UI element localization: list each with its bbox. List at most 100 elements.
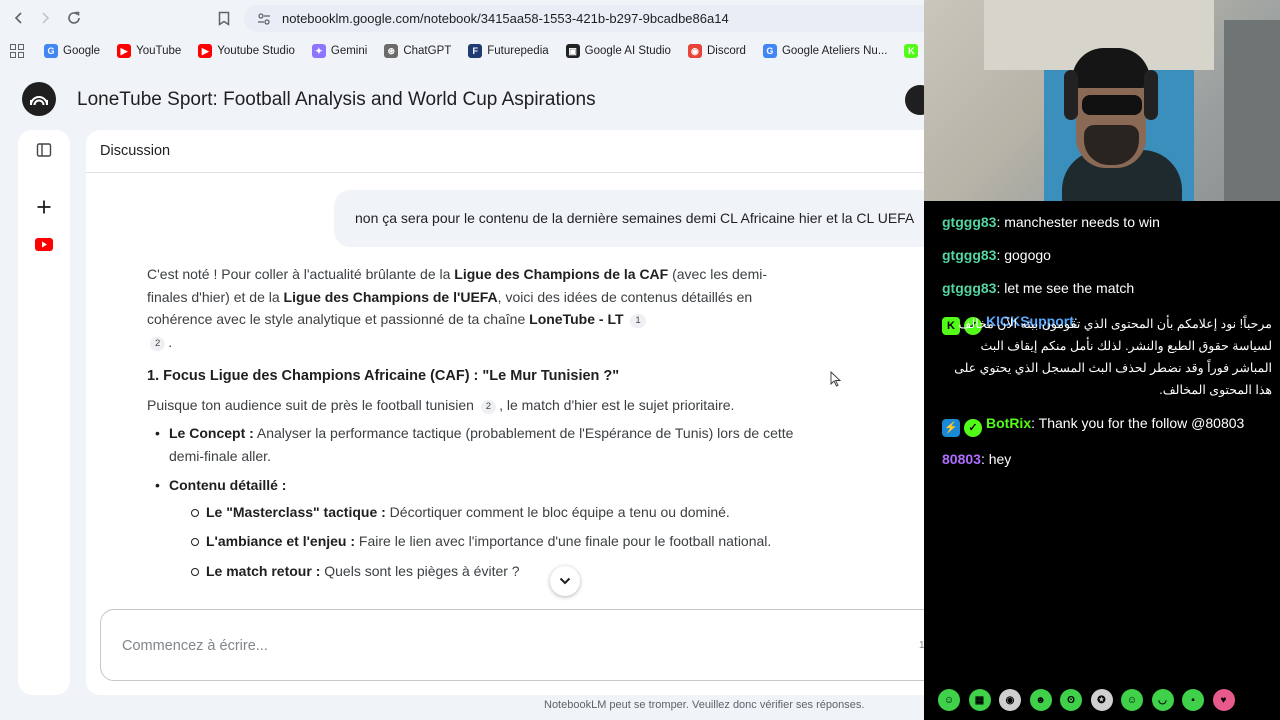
sub-list-item: Le "Masterclass" tactique : Décortiquer … — [191, 501, 807, 524]
bookmark-favicon-icon: ▶ — [117, 44, 132, 58]
bookmark-label: Discord — [706, 45, 746, 57]
bookmark-label: Gemini — [330, 45, 368, 57]
emote-icon[interactable]: ☺ — [938, 689, 960, 711]
bookmark-item[interactable]: G Google Ateliers Nu... — [762, 44, 887, 58]
chat-separator: : — [980, 451, 989, 467]
item-text: Décortiquer comment le bloc équipe a ten… — [385, 503, 730, 520]
chat-username: BotRix — [986, 415, 1032, 431]
browser-window: notebooklm.google.com/notebook/3415aa58-… — [0, 0, 924, 720]
sub-list-item: L'ambiance et l'enjeu : Faire le lien av… — [191, 530, 807, 553]
notebooklm-logo-icon[interactable] — [22, 82, 56, 116]
bookmark-item[interactable]: ▶ Youtube Studio — [198, 44, 295, 58]
emote-icon[interactable]: ✪ — [1090, 689, 1113, 711]
panel-toggle-icon[interactable] — [32, 138, 56, 162]
item-label: Contenu détaillé : — [169, 477, 287, 493]
emote-icon[interactable]: ☻ — [1029, 689, 1052, 711]
bookmark-label: ChatGPT — [403, 45, 452, 57]
citation-chip[interactable]: 2 — [150, 336, 166, 351]
panel-title: Discussion — [100, 143, 171, 159]
emote-icon[interactable]: ʘ — [1060, 689, 1082, 711]
sources-rail — [18, 130, 70, 695]
chat-username: 80803 — [942, 451, 981, 467]
bookmark-item[interactable]: ✦ Gemini — [311, 44, 368, 58]
stream-overlay: gtggg83: manchester needs to win gtggg83… — [924, 0, 1280, 720]
item-text: Analyser la performance tactique (probab… — [169, 425, 794, 464]
bookmark-item[interactable]: ⊛ ChatGPT — [384, 44, 451, 58]
bookmark-item[interactable]: G Google — [44, 44, 100, 58]
forward-icon[interactable] — [32, 5, 58, 31]
bookmark-item[interactable]: KKi — [904, 44, 924, 58]
live-chat: gtggg83: manchester needs to win gtggg83… — [942, 211, 1272, 481]
mouse-cursor-icon — [830, 371, 842, 387]
user-message: non ça sera pour le contenu de la derniè… — [334, 190, 924, 247]
bookmark-item[interactable]: F Futurepedia — [468, 44, 549, 58]
message-composer: 1 — [100, 609, 924, 681]
bookmark-item[interactable]: ▣ Google AI Studio — [565, 44, 671, 58]
chat-text: مرحباً! نود إعلامكم بأن المحتوى الذي تقو… — [954, 317, 1272, 397]
chat-username: gtggg83 — [942, 247, 997, 263]
url-text: notebooklm.google.com/notebook/3415aa58-… — [282, 11, 729, 26]
chat-text: let me see the match — [1004, 280, 1135, 296]
chat-username: gtggg83 — [942, 214, 997, 230]
chat-input[interactable] — [122, 635, 882, 657]
bookmark-label: Google AI Studio — [584, 45, 671, 57]
intro-text: C'est noté ! Pour coller à l'actualité b… — [147, 266, 455, 282]
sub-list-item: Le match retour : Quels sont les pièges … — [191, 560, 807, 583]
chat-separator: : — [1031, 415, 1039, 431]
streamer-figure — [1082, 95, 1142, 115]
back-icon[interactable] — [6, 5, 32, 31]
add-source-icon[interactable] — [32, 195, 56, 219]
youtube-source-icon[interactable] — [32, 232, 56, 256]
paragraph-text: Puisque ton audience suit de près le foo… — [147, 396, 474, 413]
chat-message: 80803: hey — [942, 448, 1272, 470]
bookmark-favicon-icon: K — [904, 44, 919, 58]
intro-bold: LoneTube - LT — [529, 311, 624, 327]
reload-icon[interactable] — [61, 5, 87, 31]
intro-bold: Ligue des Champions de l'UEFA — [283, 288, 498, 305]
scroll-to-bottom-button[interactable] — [550, 566, 580, 596]
bookmark-favicon-icon: ◉ — [687, 44, 702, 58]
bookmark-label: YouTube — [136, 45, 182, 57]
item-text: Faire le lien avec l'importance d'une fi… — [355, 533, 772, 549]
emote-icon[interactable]: ☺ — [1121, 689, 1143, 711]
bookmark-favicon-icon: ▣ — [565, 44, 580, 58]
bot-badge-icon: ⚡ — [942, 419, 960, 437]
chat-message: gtggg83: manchester needs to win — [942, 211, 1272, 233]
notebook-header: LoneTube Sport: Football Analysis and Wo… — [0, 72, 924, 128]
list-item: Le Concept : Analyser la performance tac… — [155, 422, 807, 467]
chevron-down-icon — [559, 577, 571, 585]
item-text: Quels sont les pièges à éviter ? — [320, 562, 520, 579]
headphones-icon — [1144, 70, 1158, 120]
screen: notebooklm.google.com/notebook/3415aa58-… — [0, 0, 1280, 720]
bookmark-favicon-icon: G — [44, 44, 58, 58]
bookmark-favicon-icon: ▶ — [198, 44, 213, 58]
bookmark-item[interactable]: ▶ YouTube — [117, 44, 181, 58]
bookmark-label: Google — [63, 45, 101, 57]
emote-icon[interactable]: ▦ — [968, 689, 991, 711]
bookmark-favicon-icon: F — [468, 44, 483, 58]
chat-panel: Discussion non ça sera pour le contenu d… — [86, 130, 924, 695]
emote-icon[interactable]: ♥ — [1212, 689, 1235, 711]
citation-chip[interactable]: 1 — [630, 314, 646, 328]
bookmark-item[interactable]: ◉ Discord — [687, 44, 746, 58]
intro-text: . — [168, 333, 173, 350]
header-action-button[interactable] — [905, 85, 924, 115]
bookmark-favicon-icon: G — [762, 44, 777, 58]
chat-text: Thank you for the follow @80803 — [1038, 415, 1245, 431]
bookmark-icon[interactable] — [214, 8, 234, 28]
item-label: Le match retour : — [206, 562, 321, 579]
notebook-title[interactable]: LoneTube Sport: Football Analysis and Wo… — [77, 89, 596, 111]
citation-chip[interactable]: 2 — [480, 399, 497, 414]
site-settings-icon[interactable] — [256, 11, 272, 27]
intro-bold: Ligue des Champions de la CAF — [454, 266, 669, 282]
bookmark-list: G Google ▶ YouTube ▶ Youtube Studio ✦ Gemini ⊛ Ch… — [44, 44, 924, 58]
bookmarks-bar: G Google ▶ YouTube ▶ Youtube Studio ✦ Gemini ⊛ Ch… — [0, 38, 924, 64]
chat-username: gtggg83 — [942, 280, 997, 296]
emote-icon[interactable]: ▪ — [1182, 689, 1204, 711]
emote-icon[interactable]: ◉ — [999, 689, 1021, 711]
address-bar[interactable]: notebooklm.google.com/notebook/3415aa58-… — [244, 5, 924, 32]
ai-intro: C'est noté ! Pour coller à l'actualité b… — [147, 263, 807, 353]
section-heading: 1. Focus Ligue des Champions Africaine (… — [147, 368, 620, 384]
apps-grid-icon[interactable] — [10, 42, 24, 60]
emote-icon[interactable]: ◡ — [1151, 689, 1174, 711]
